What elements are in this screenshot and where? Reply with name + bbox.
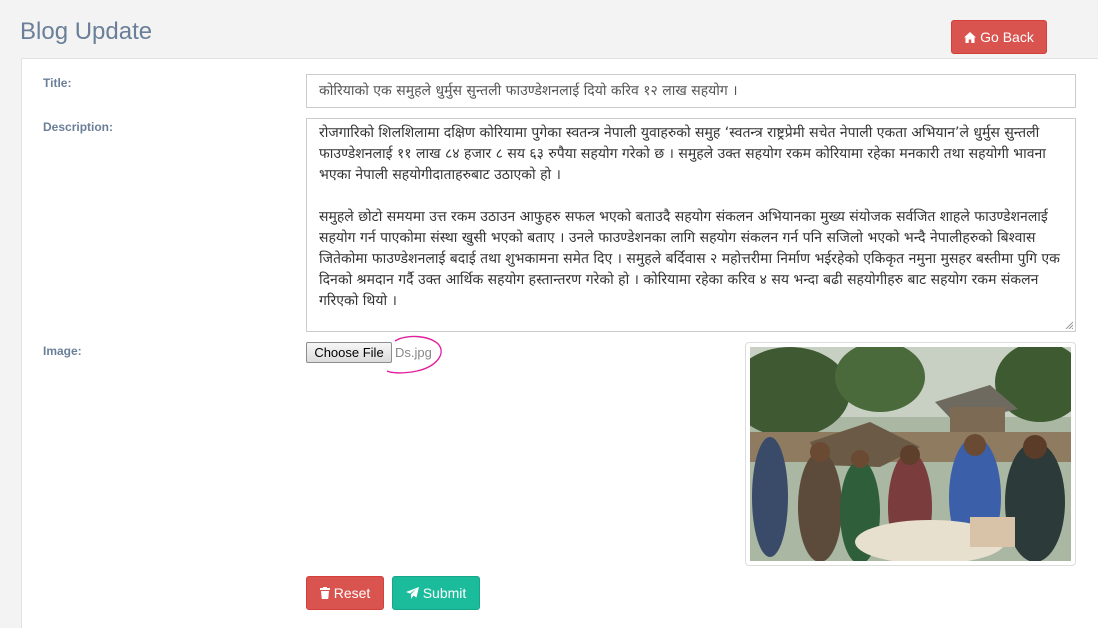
- description-paragraph: रोजगारिको शिलशिलामा दक्षिण कोरियामा पुगे…: [319, 125, 1046, 183]
- page-title: Blog Update: [20, 18, 153, 45]
- description-textarea[interactable]: रोजगारिको शिलशिलामा दक्षिण कोरियामा पुगे…: [306, 118, 1076, 332]
- reset-button[interactable]: Reset: [306, 576, 384, 610]
- submit-button[interactable]: Submit: [392, 576, 480, 610]
- reset-label: Reset: [333, 585, 371, 601]
- submit-label: Submit: [422, 585, 467, 601]
- home-icon: [964, 32, 977, 43]
- description-label: Description:: [43, 120, 114, 134]
- resize-grip-icon[interactable]: [1065, 321, 1073, 329]
- go-back-label: Go Back: [980, 29, 1034, 45]
- paper-plane-icon: [405, 587, 419, 599]
- annotation-circle: [386, 335, 442, 374]
- title-input[interactable]: कोरियाको एक समुहले धुर्मुस सुन्तली फाउण्…: [306, 74, 1076, 108]
- trash-icon: [319, 587, 330, 599]
- title-label: Title:: [43, 76, 72, 90]
- image-preview: [745, 342, 1076, 566]
- preview-photo: [750, 347, 1071, 561]
- description-paragraph: समुहले छोटो समयमा उत्त रकम उठाउन आफुहरु …: [319, 209, 1060, 309]
- choose-file-button[interactable]: Choose File: [306, 342, 392, 363]
- image-label: Image:: [43, 344, 82, 358]
- go-back-button[interactable]: Go Back: [951, 20, 1047, 54]
